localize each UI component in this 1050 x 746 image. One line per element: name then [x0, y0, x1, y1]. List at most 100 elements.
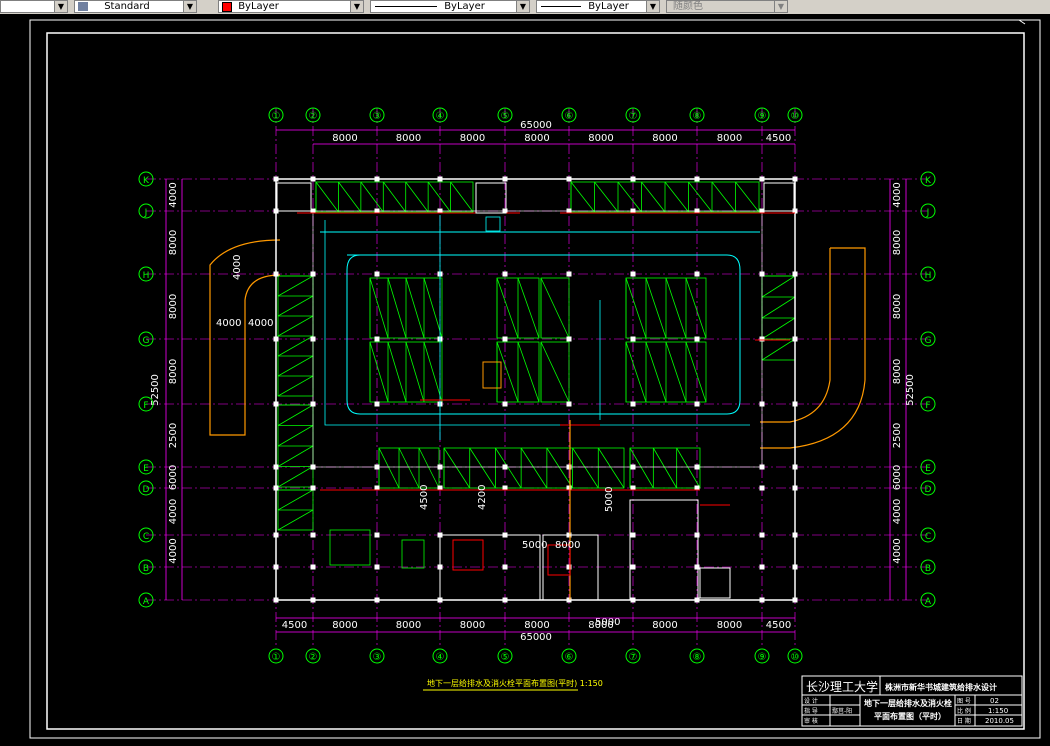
parking-stall-line	[761, 338, 796, 361]
dimension-text-top: 8000	[460, 133, 485, 144]
structural-column	[792, 401, 798, 407]
chevron-down-icon: ▼	[350, 1, 363, 12]
dimension-text-bottom: 8000	[524, 620, 549, 631]
structural-column	[792, 564, 798, 570]
dimension-text-bottom: 4500	[766, 620, 791, 631]
parking-stall-line	[540, 341, 570, 403]
grid-bubble-label: ⑤	[501, 652, 510, 663]
parking-stall-line	[520, 447, 548, 489]
structural-column	[792, 532, 798, 538]
drawing-name-line2: 平面布置图（平时）	[874, 711, 946, 721]
text-style-dropdown[interactable]: Standard ▼	[74, 0, 197, 13]
parking-stall-line	[378, 447, 400, 489]
dimension-total-top: 65000	[520, 120, 552, 131]
plan-title: 地下一层给排水及消火栓平面布置图(平时) 1:150	[427, 678, 603, 688]
structural-column	[374, 564, 380, 570]
structural-column	[374, 597, 380, 603]
structural-column	[437, 176, 443, 182]
parking-stall-line	[277, 509, 314, 531]
parking-stall-line	[405, 181, 429, 213]
structural-column	[310, 532, 316, 538]
grid-bubble-label: ⑨	[758, 652, 767, 663]
structural-column	[630, 532, 636, 538]
grid-bubble-label: K	[143, 176, 150, 186]
drawing-canvas[interactable]: 4000 4000 4000 4500 4200 5000 5000 8000 5000 65…	[0, 14, 1050, 742]
dimension-text-right: 8000	[892, 294, 903, 319]
linetype-dropdown[interactable]: ByLayer ▼	[370, 0, 530, 13]
grid-bubble-label: ⑦	[629, 652, 638, 663]
grid-bubble-label: ①	[272, 652, 281, 663]
parking-stall-line	[277, 315, 314, 337]
grid-bubble-label: E	[925, 464, 931, 474]
meta-label-number: 图 号	[957, 698, 971, 705]
grid-bubble-label: ⑥	[565, 111, 574, 122]
structural-column	[759, 597, 765, 603]
dimension-text-right: 4000	[892, 499, 903, 524]
chevron-down-icon: ▼	[646, 1, 659, 12]
previous-dropdown[interactable]: ▼	[0, 0, 68, 13]
field-label-review: 审 核	[804, 717, 818, 725]
parking-stall-line	[405, 277, 425, 339]
color-dropdown[interactable]: ByLayer ▼	[218, 0, 364, 13]
grid-bubble-label: G	[143, 336, 150, 346]
inner-dimension: 5000	[522, 540, 547, 551]
grid-bubble-label: A	[143, 597, 150, 607]
dimension-text-top: 8000	[396, 133, 421, 144]
structural-column	[374, 532, 380, 538]
dimension-total-right: 52500	[905, 374, 916, 406]
structural-column	[630, 401, 636, 407]
dimension-text-right: 8000	[892, 359, 903, 384]
structural-column	[694, 464, 700, 470]
plot-style-dropdown[interactable]: 随颜色 ▼	[666, 0, 788, 13]
structural-column	[630, 176, 636, 182]
chevron-down-icon: ▼	[183, 1, 196, 12]
dimension-text-top: 8000	[588, 133, 613, 144]
parking-stall-line	[405, 341, 425, 403]
structural-column	[273, 176, 279, 182]
structural-column	[273, 485, 279, 491]
grid-bubble-label: ⑩	[791, 111, 800, 122]
parking-stall-line	[761, 317, 796, 340]
grid-bubble-label: B	[143, 564, 149, 574]
parking-stall-line	[617, 181, 642, 213]
structural-column	[502, 176, 508, 182]
dimension-text-top: 8000	[717, 133, 742, 144]
field-label-advisor: 指 导	[804, 707, 818, 715]
parking-stall-line	[387, 277, 407, 339]
parking-stall-line	[572, 447, 599, 489]
parking-stall-line	[645, 277, 667, 339]
equipment-room	[629, 499, 699, 601]
structural-column	[502, 271, 508, 277]
structural-column	[694, 336, 700, 342]
structural-column	[566, 271, 572, 277]
text-style-icon	[78, 2, 88, 11]
parking-stall-line	[652, 447, 678, 489]
structural-column	[759, 564, 765, 570]
dimension-text-bottom: 8000	[396, 620, 421, 631]
parking-stall-line	[443, 447, 471, 489]
parking-stall-line	[664, 181, 689, 213]
text-style-value: Standard	[104, 1, 150, 12]
dimension-text-bottom: 8000	[588, 620, 613, 631]
structural-column	[374, 464, 380, 470]
dimension-text-left: 4000	[168, 182, 179, 207]
parking-stall-line	[387, 341, 407, 403]
grid-bubble-label: C	[925, 532, 931, 542]
dimension-text-bottom: 8000	[332, 620, 357, 631]
structural-column	[310, 336, 316, 342]
grid-bubble-label: D	[925, 485, 932, 495]
parking-stall-line	[570, 181, 595, 213]
color-value: ByLayer	[238, 1, 279, 12]
parking-stall-line	[594, 181, 619, 213]
parking-stall-line	[277, 445, 314, 467]
lineweight-dropdown[interactable]: ByLayer ▼	[536, 0, 660, 13]
stair-core	[763, 182, 795, 212]
grid-bubble-label: ②	[309, 111, 318, 122]
meta-label-date: 日 期	[957, 717, 971, 725]
parking-stall-line	[688, 181, 713, 213]
grid-bubble-label: J	[144, 208, 148, 218]
grid-bubble-label: ⑨	[758, 111, 767, 122]
structural-column	[694, 176, 700, 182]
grid-bubble-label: ③	[373, 652, 382, 663]
grid-bubble-label: H	[143, 271, 150, 281]
